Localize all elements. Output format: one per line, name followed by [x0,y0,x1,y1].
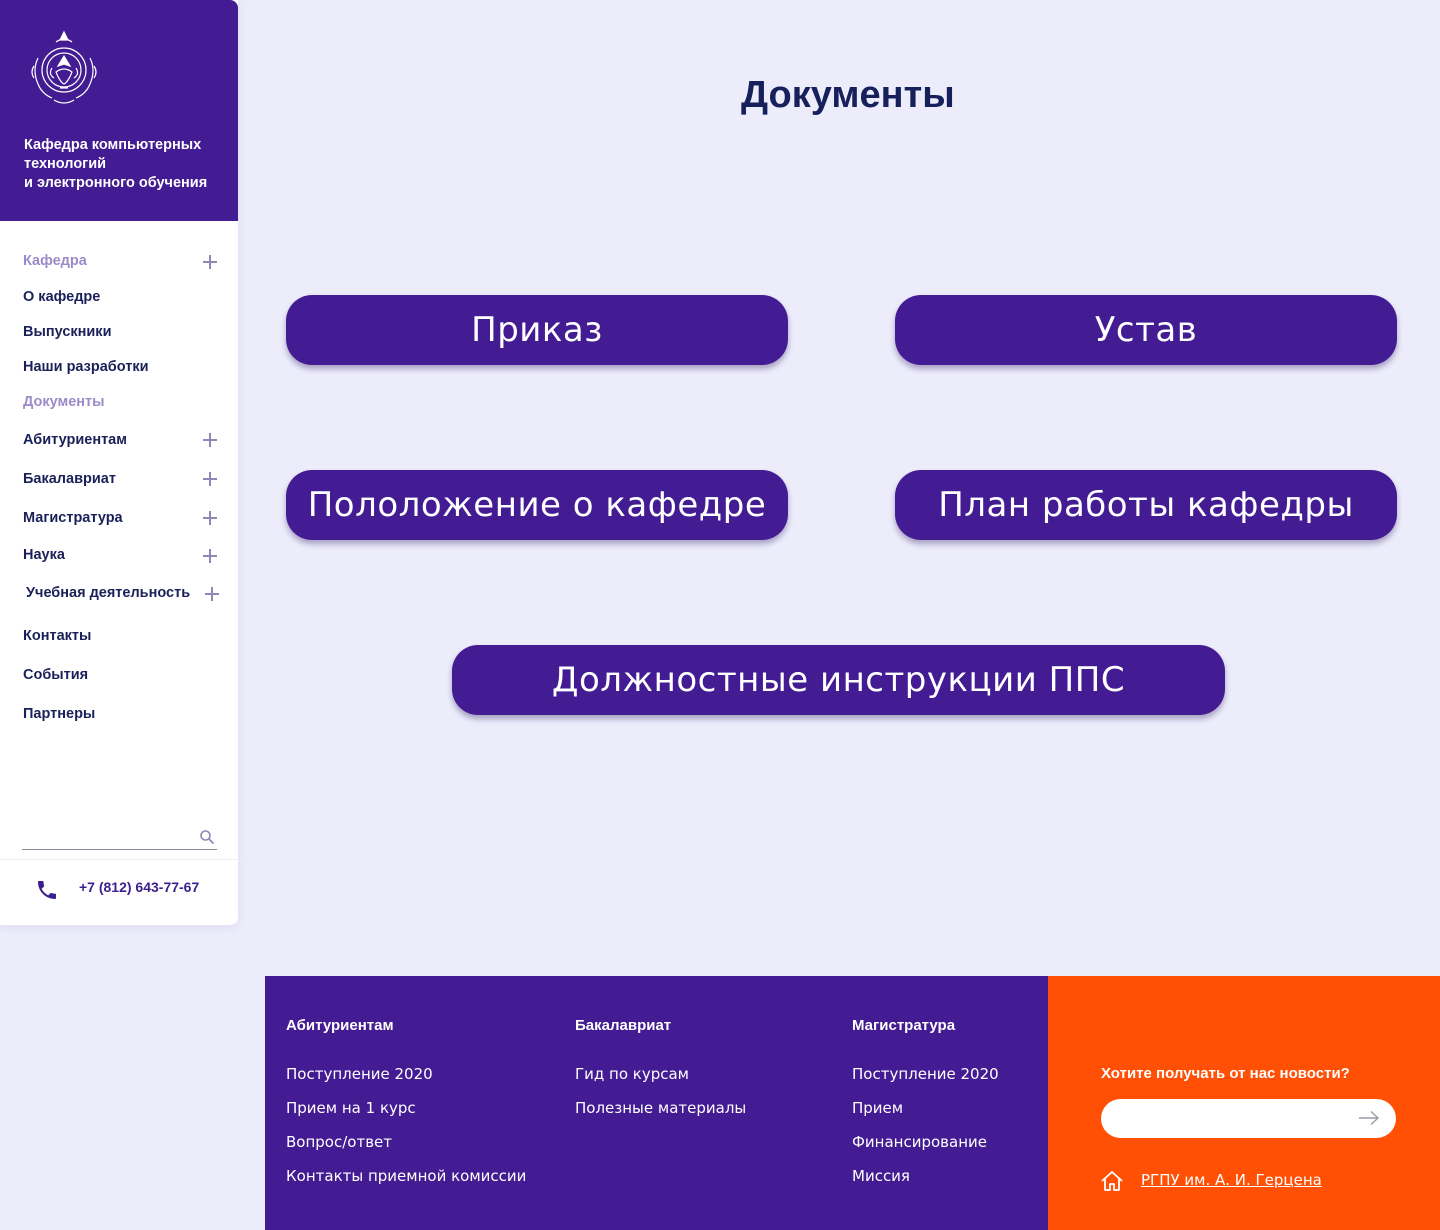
document-button-regulation[interactable]: Пололожение о кафедре [286,470,788,540]
footer-link[interactable]: Контакты приемной комиссии [286,1167,526,1185]
footer-link[interactable]: Поступление 2020 [286,1065,433,1083]
document-button-job-instructions[interactable]: Должностные инструкции ППС [452,645,1225,715]
search-icon[interactable] [199,829,215,845]
department-title-line: и электронного обучения [24,175,208,191]
arrow-right-icon[interactable] [1358,1110,1380,1126]
newsletter-email-input[interactable] [1117,1107,1347,1130]
search-box [22,824,217,850]
footer-link[interactable]: Прием на 1 курс [286,1099,416,1117]
plus-icon[interactable] [203,472,217,486]
nav-item-bachelor[interactable]: Бакалавриат [23,471,116,487]
plus-icon[interactable] [203,433,217,447]
nav-item-developments[interactable]: Наши разработки [23,359,149,375]
divider [0,859,245,860]
footer-link[interactable]: Финансирование [852,1133,987,1151]
department-title-line: Кафедра компьютерных [24,137,202,153]
plus-icon[interactable] [203,511,217,525]
footer: Абитуриентам Поступление 2020 Прием на 1… [265,976,1048,1230]
nav-item-graduates[interactable]: Выпускники [23,324,111,340]
nav-item-kafedra[interactable]: Кафедра [23,253,87,269]
newsletter-panel: Хотите получать от нас новости? РГПУ им.… [1048,976,1440,1230]
phone-icon [38,881,56,899]
plus-icon[interactable] [203,255,217,269]
footer-heading-applicants[interactable]: Абитуриентам [286,1017,394,1034]
university-link[interactable]: РГПУ им. А. И. Герцена [1141,1171,1322,1189]
nav-item-events[interactable]: События [23,667,88,683]
newsletter-field [1101,1099,1396,1138]
footer-link[interactable]: Полезные материалы [575,1099,746,1117]
nav-item-partners[interactable]: Партнеры [23,706,95,722]
newsletter-title: Хотите получать от нас новости? [1101,1065,1350,1082]
footer-link[interactable]: Прием [852,1099,903,1117]
sidebar-header: Кафедра компьютерных технологий и электр… [0,0,238,221]
sidebar: Кафедра компьютерных технологий и электр… [0,0,245,925]
university-emblem-icon[interactable] [24,28,104,108]
department-title: Кафедра компьютерных технологий и электр… [24,136,229,193]
nav-item-documents[interactable]: Документы [23,394,105,410]
phone-number[interactable]: +7 (812) 643-77-67 [79,879,199,895]
document-button-work-plan[interactable]: План работы кафедры [895,470,1397,540]
footer-heading-master[interactable]: Магистратура [852,1017,955,1034]
footer-link[interactable]: Миссия [852,1167,910,1185]
nav-item-education[interactable]: Учебная деятельность [26,585,190,601]
page-title: Документы [741,74,955,116]
nav-item-science[interactable]: Наука [23,547,65,563]
document-button-prikaz[interactable]: Приказ [286,295,788,365]
home-icon [1101,1171,1123,1191]
footer-link[interactable]: Поступление 2020 [852,1065,999,1083]
footer-heading-bachelor[interactable]: Бакалавриат [575,1017,671,1034]
department-title-line: технологий [24,156,107,172]
footer-link[interactable]: Вопрос/ответ [286,1133,392,1151]
nav-item-about[interactable]: О кафедре [23,289,100,305]
plus-icon[interactable] [205,587,219,601]
nav-item-contacts[interactable]: Контакты [23,628,91,644]
footer-link[interactable]: Гид по курсам [575,1065,689,1083]
nav-item-master[interactable]: Магистратура [23,510,123,526]
plus-icon[interactable] [203,549,217,563]
document-button-ustav[interactable]: Устав [895,295,1397,365]
nav-item-applicants[interactable]: Абитуриентам [23,432,127,448]
search-input[interactable] [22,824,192,848]
